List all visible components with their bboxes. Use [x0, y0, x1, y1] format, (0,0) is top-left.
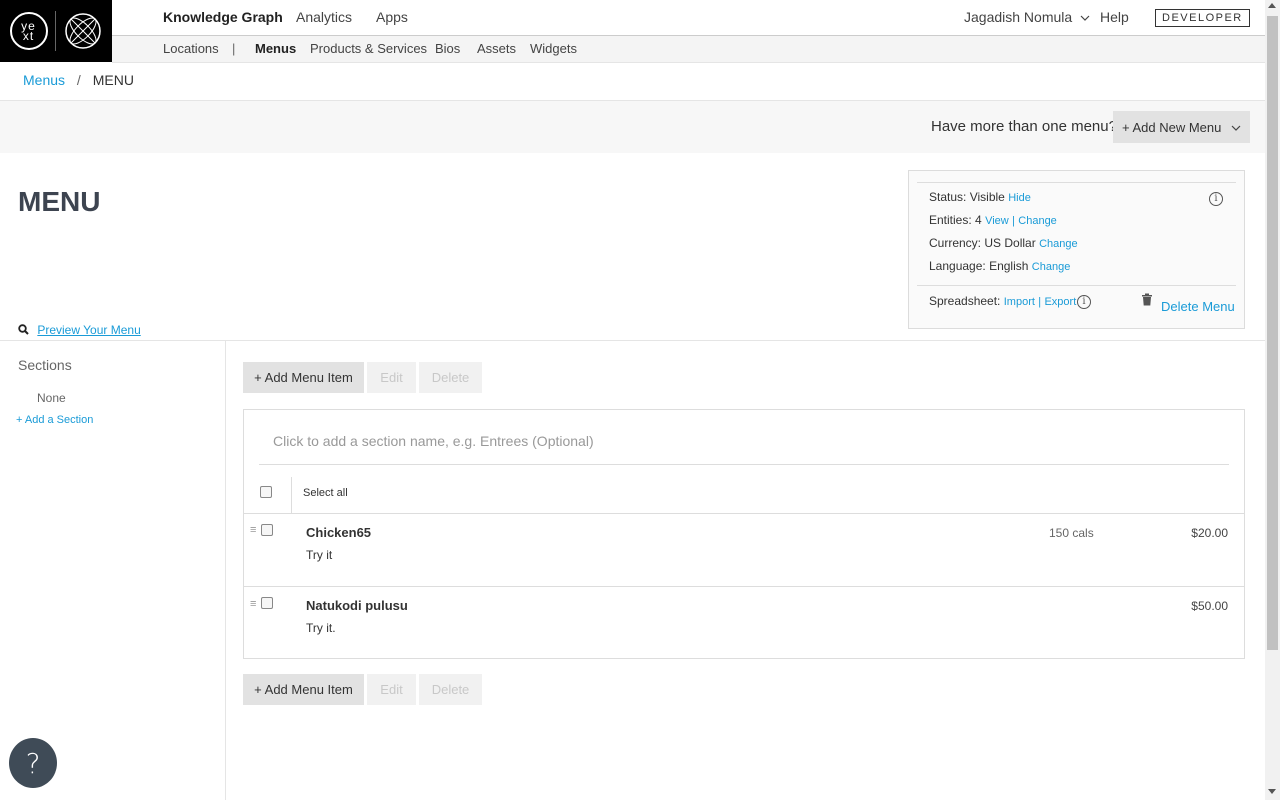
item-checkbox[interactable] — [261, 597, 273, 609]
item-name: Natukodi pulusu — [306, 598, 408, 613]
yext-logo[interactable]: ye xt — [0, 0, 112, 62]
page-title: MENU — [18, 186, 101, 217]
breadcrumb-separator: / — [76, 72, 81, 88]
scroll-up-icon[interactable] — [1268, 3, 1276, 8]
scroll-down-icon[interactable] — [1268, 789, 1276, 794]
row-divider — [244, 513, 1244, 514]
subnav-products-services[interactable]: Products & Services — [310, 41, 427, 56]
select-all-label: Select all — [303, 487, 348, 499]
edit-button[interactable]: Edit — [367, 674, 416, 705]
entities-view-link[interactable]: View — [985, 215, 1009, 227]
nav-analytics[interactable]: Analytics — [296, 9, 352, 25]
status-row: Status: Visible Hide — [929, 190, 1031, 204]
help-bubble-button[interactable]: ? — [9, 738, 57, 788]
card-divider — [917, 285, 1236, 286]
breadcrumb-menus-link[interactable]: Menus — [23, 72, 65, 88]
currency-change-link[interactable]: Change — [1039, 238, 1078, 250]
help-link[interactable]: Help — [1100, 9, 1129, 25]
chevron-down-icon — [1231, 125, 1241, 131]
hide-link[interactable]: Hide — [1008, 192, 1031, 204]
nav-apps[interactable]: Apps — [376, 9, 408, 25]
subnav-locations[interactable]: Locations — [163, 41, 219, 56]
trash-icon[interactable] — [1141, 293, 1153, 306]
developer-button[interactable]: DEVELOPER — [1155, 9, 1250, 27]
subnav-separator: | — [232, 41, 236, 56]
subnav-widgets[interactable]: Widgets — [530, 41, 577, 56]
entities-change-link[interactable]: Change — [1018, 215, 1057, 227]
item-description: Try it. — [306, 621, 336, 635]
item-name: Chicken65 — [306, 525, 372, 540]
sub-nav: Locations | Menus Products & Services Bi… — [112, 36, 1265, 63]
item-calories: 150 cals — [1049, 526, 1094, 540]
subnav-bios[interactable]: Bios — [435, 41, 460, 56]
breadcrumb-current: MENU — [92, 72, 134, 88]
breadcrumb: Menus / MENU — [0, 63, 1265, 101]
preview-menu: Preview Your Menu — [18, 323, 141, 337]
import-link[interactable]: Import — [1004, 296, 1035, 308]
add-menu-item-button[interactable]: + Add Menu Item — [243, 362, 364, 393]
user-name: Jagadish Nomula — [964, 9, 1073, 25]
column-divider — [291, 477, 292, 513]
add-new-menu-label: + Add New Menu — [1122, 119, 1222, 135]
section-name-input[interactable]: Click to add a section name, e.g. Entree… — [273, 433, 594, 449]
user-menu[interactable]: Jagadish Nomula — [964, 9, 1090, 25]
row-divider — [244, 586, 1244, 587]
search-icon — [18, 324, 29, 335]
chevron-down-icon — [1080, 15, 1090, 21]
spreadsheet-info-icon[interactable]: i — [1077, 295, 1091, 309]
subnav-assets[interactable]: Assets — [477, 41, 516, 56]
spreadsheet-row: Spreadsheet: Import | Export — [929, 294, 1077, 308]
drag-handle-icon[interactable]: ≡ — [250, 598, 256, 610]
add-menu-item-button[interactable]: + Add Menu Item — [243, 674, 364, 705]
select-all-checkbox[interactable] — [260, 486, 272, 498]
add-new-menu-button[interactable]: + Add New Menu — [1113, 111, 1250, 143]
menu-info-card: Status: Visible Hide i Entities: 4 View … — [908, 170, 1245, 329]
scrollbar-thumb[interactable] — [1267, 16, 1278, 650]
currency-row: Currency: US Dollar Change — [929, 236, 1078, 250]
add-section-link[interactable]: + Add a Section — [16, 414, 93, 426]
sections-title: Sections — [18, 357, 72, 373]
menu-section: Click to add a section name, e.g. Entree… — [243, 409, 1245, 659]
preview-menu-link[interactable]: Preview Your Menu — [37, 323, 140, 337]
delete-menu-link[interactable]: Delete Menu — [1161, 299, 1235, 314]
globe-icon — [64, 13, 101, 49]
sidebar-divider — [225, 340, 226, 800]
drag-handle-icon[interactable]: ≡ — [250, 524, 256, 536]
item-price: $50.00 — [1191, 599, 1228, 613]
delete-button[interactable]: Delete — [419, 674, 482, 705]
info-icon[interactable]: i — [1209, 192, 1223, 206]
sections-empty: None — [37, 391, 66, 405]
item-checkbox[interactable] — [261, 524, 273, 536]
add-menu-band: Have more than one menu? + Add New Menu — [0, 101, 1265, 153]
language-change-link[interactable]: Change — [1032, 261, 1071, 273]
subnav-menus[interactable]: Menus — [255, 41, 296, 56]
edit-button[interactable]: Edit — [367, 362, 416, 393]
content-divider — [0, 340, 1265, 341]
delete-button[interactable]: Delete — [419, 362, 482, 393]
page-scrollbar[interactable] — [1265, 0, 1280, 800]
entities-row: Entities: 4 View | Change — [929, 213, 1057, 227]
language-row: Language: English Change — [929, 259, 1071, 273]
export-link[interactable]: Export — [1044, 296, 1076, 308]
item-description: Try it — [306, 548, 333, 562]
more-menus-question: Have more than one menu? — [931, 118, 1117, 135]
nav-knowledge-graph[interactable]: Knowledge Graph — [163, 9, 283, 25]
section-divider — [259, 464, 1229, 465]
top-nav: Knowledge Graph Analytics Apps Jagadish … — [112, 0, 1265, 36]
yext-logo-mark: ye xt — [9, 12, 48, 50]
card-divider — [917, 182, 1236, 183]
logo-divider — [54, 11, 56, 51]
item-price: $20.00 — [1191, 526, 1228, 540]
